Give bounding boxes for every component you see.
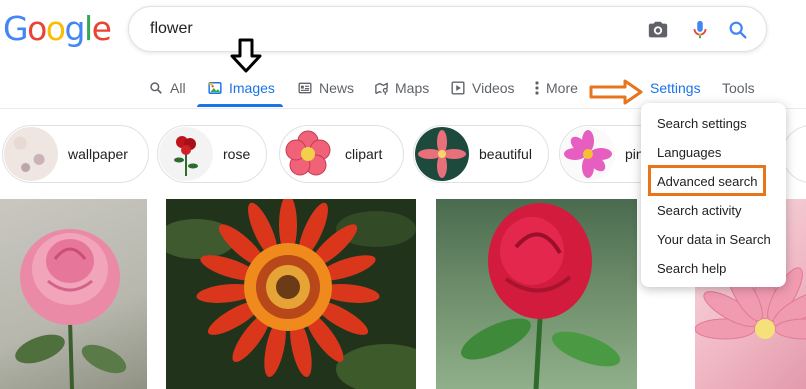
- tab-images[interactable]: Images: [207, 70, 275, 106]
- tab-label: News: [319, 80, 355, 96]
- chip-wallpaper[interactable]: wallpaper: [2, 125, 149, 183]
- mic-icon[interactable]: [689, 19, 711, 41]
- chip-beautiful[interactable]: beautiful: [413, 125, 549, 183]
- logo-letter: o: [27, 9, 47, 48]
- chip-label: beautiful: [479, 146, 532, 162]
- chip-clipart[interactable]: clipart: [279, 125, 404, 183]
- logo-letter: G: [3, 9, 29, 48]
- tab-label: All: [170, 80, 186, 96]
- logo-letter: e: [91, 9, 112, 48]
- logo-letter: l: [83, 9, 93, 48]
- image-result[interactable]: [436, 199, 637, 389]
- chip-thumbnail: [415, 127, 469, 181]
- video-icon: [450, 80, 466, 96]
- chip-thumbnail: [561, 127, 615, 181]
- chip-thumbnail: [159, 127, 213, 181]
- image-result[interactable]: [0, 199, 147, 389]
- chip-thumbnail: [281, 127, 335, 181]
- tab-label: Settings: [650, 80, 701, 96]
- menu-item-search-settings[interactable]: Search settings: [657, 116, 747, 131]
- tab-label: Images: [229, 80, 275, 96]
- down-arrow-annotation-icon: [230, 38, 262, 73]
- chip-label: clipart: [345, 146, 383, 162]
- chip-rose[interactable]: rose: [157, 125, 267, 183]
- tab-label: Maps: [395, 80, 430, 96]
- tab-label: Videos: [472, 80, 515, 96]
- highlight-box: [648, 165, 766, 196]
- search-box[interactable]: flower: [128, 6, 767, 52]
- tab-label: Tools: [722, 80, 755, 96]
- chip-label: wallpaper: [68, 146, 128, 162]
- camera-icon[interactable]: [647, 19, 669, 41]
- google-logo[interactable]: Google: [3, 9, 112, 49]
- tab-maps[interactable]: Maps: [373, 70, 429, 106]
- image-result[interactable]: [166, 199, 416, 389]
- chip-label: rose: [223, 146, 251, 162]
- image-icon: [207, 80, 223, 96]
- menu-item-search-activity[interactable]: Search activity: [657, 203, 742, 218]
- tab-settings[interactable]: Settings: [650, 70, 701, 106]
- chip-thumbnail: [4, 127, 58, 181]
- logo-letter: o: [45, 9, 66, 48]
- menu-item-search-help[interactable]: Search help: [657, 261, 726, 276]
- tab-videos[interactable]: Videos: [450, 70, 515, 106]
- active-tab-indicator: [197, 104, 283, 107]
- tab-news[interactable]: News: [297, 70, 354, 106]
- search-icon: [148, 80, 164, 96]
- tab-all[interactable]: All: [148, 70, 186, 106]
- menu-item-your-data-in-search[interactable]: Your data in Search: [657, 232, 771, 247]
- search-icon[interactable]: [727, 19, 749, 41]
- logo-letter: g: [64, 9, 85, 48]
- news-icon: [297, 80, 313, 96]
- right-arrow-annotation-icon: [589, 79, 643, 105]
- tab-tools[interactable]: Tools: [722, 70, 755, 106]
- more-vert-icon: [533, 80, 541, 96]
- menu-item-languages[interactable]: Languages: [657, 145, 721, 160]
- tab-label: More: [546, 80, 578, 96]
- search-input[interactable]: flower: [150, 20, 193, 38]
- tab-more[interactable]: More: [533, 70, 578, 106]
- map-icon: [373, 80, 389, 96]
